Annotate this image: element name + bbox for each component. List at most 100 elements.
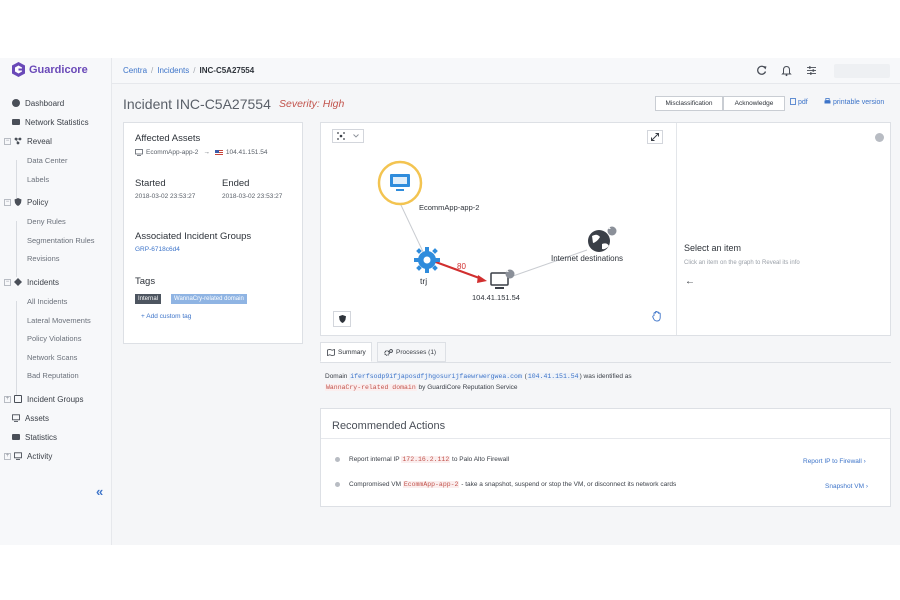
graph-node-internet-badge: 1: [608, 225, 611, 231]
sidebar-item-label: Policy: [27, 197, 49, 207]
asset-destination[interactable]: 104.41.151.54: [226, 149, 268, 156]
back-arrow-icon[interactable]: ←: [685, 276, 695, 287]
sidebar-item-label: Dashboard: [25, 98, 65, 108]
monitor-icon: [12, 414, 20, 422]
report-ip-to-firewall-link[interactable]: Report IP to Firewall ›: [803, 458, 866, 465]
sidebar-item-statistics[interactable]: Statistics: [12, 430, 57, 444]
affected-assets-label: Affected Assets: [135, 133, 201, 144]
acknowledge-button[interactable]: Acknowledge: [723, 96, 785, 111]
tab-label: Summary: [338, 348, 366, 356]
tag-internal[interactable]: Internal: [135, 294, 162, 304]
sidebar-item-data-center[interactable]: Data Center: [27, 153, 67, 167]
sidebar-item-deny-rules[interactable]: Deny Rules: [27, 214, 66, 228]
expand-toggle-icon[interactable]: +: [4, 395, 11, 403]
graph-node-ip-badge: 1: [506, 268, 509, 274]
sidebar-item-label: Deny Rules: [27, 216, 66, 226]
collapse-sidebar-button[interactable]: «: [96, 484, 103, 499]
gear-icon: [423, 256, 431, 264]
action-text: - take a snapshot, suspend or stop the V…: [461, 481, 677, 488]
sidebar-item-labels[interactable]: Labels: [27, 172, 49, 186]
graph-node-process[interactable]: [414, 247, 440, 273]
sidebar: Guardicore Dashboard Network Statistics …: [0, 58, 112, 545]
breadcrumb: Centra / Incidents / INC-C5A27554: [123, 66, 254, 75]
started-value: 2018-03-02 23:53:27: [135, 193, 196, 200]
print-icon: [824, 98, 831, 104]
sidebar-item-network-scans[interactable]: Network Scans: [27, 350, 77, 364]
refresh-icon[interactable]: [755, 64, 768, 77]
incident-group-link[interactable]: GRP-6718c6d4: [135, 246, 180, 253]
collapse-toggle-icon[interactable]: −: [4, 278, 11, 286]
sidebar-item-activity[interactable]: + Activity: [4, 449, 52, 463]
sidebar-item-incident-groups[interactable]: + Incident Groups: [4, 392, 83, 406]
select-item-hint: Click an item on the graph to Reveal its…: [684, 260, 800, 266]
incident-details-panel: Affected Assets EcommApp-app-2 → 104.41.…: [123, 122, 303, 344]
ended-value: 2018-03-02 23:53:27: [222, 193, 283, 200]
sidebar-item-incidents[interactable]: − Incidents: [4, 275, 59, 289]
settings-sliders-icon[interactable]: [805, 64, 818, 77]
sidebar-item-label: Incidents: [27, 277, 60, 287]
sidebar-item-network-statistics[interactable]: Network Statistics: [12, 115, 89, 129]
graph-node-internet[interactable]: [588, 226, 617, 253]
sidebar-item-label: Statistics: [25, 432, 58, 442]
summary-ip: 104.41.151.54: [526, 373, 580, 380]
sidebar-item-lateral-movements[interactable]: Lateral Movements: [27, 313, 91, 327]
sidebar-item-label: Reveal: [27, 136, 52, 146]
shield-icon: [14, 198, 22, 206]
network-statistics-icon: [12, 119, 20, 125]
guardicore-logo-icon: [12, 62, 25, 77]
pdf-link-label: pdf: [797, 99, 808, 106]
misclassification-button[interactable]: Misclassification: [655, 96, 723, 111]
sidebar-item-assets[interactable]: Assets: [12, 411, 49, 425]
sidebar-item-dashboard[interactable]: Dashboard: [12, 96, 64, 110]
sidebar-item-label: Policy Violations: [27, 333, 82, 343]
graph-node-ip[interactable]: [490, 269, 515, 290]
tab-summary[interactable]: Summary: [320, 342, 372, 362]
graph-node-process-label: trj: [420, 276, 428, 286]
sidebar-item-policy-violations[interactable]: Policy Violations: [27, 331, 81, 345]
graph-edge-port-label: 80: [457, 262, 466, 271]
tree-line: [16, 160, 17, 198]
main-content: Incident INC-C5A27554 Severity: High Mis…: [112, 84, 900, 545]
incident-graph-panel: EcommApp-app-2 80 1 1 trj 104.41.151.54 …: [320, 122, 891, 336]
bell-icon[interactable]: [780, 64, 793, 77]
recommended-actions-panel: Recommended Actions Report internal IP 1…: [320, 408, 891, 507]
sidebar-item-revisions[interactable]: Revisions: [27, 251, 60, 265]
started-label: Started: [135, 178, 166, 189]
sidebar-item-bad-reputation[interactable]: Bad Reputation: [27, 368, 79, 382]
pdf-link[interactable]: pdf: [790, 98, 808, 106]
asset-source[interactable]: EcommApp-app-2: [146, 149, 198, 156]
hand-pan-icon[interactable]: [652, 311, 662, 322]
add-custom-tag-link[interactable]: + Add custom tag: [141, 313, 191, 320]
monitor-icon: [14, 452, 22, 460]
expand-toggle-icon[interactable]: +: [4, 452, 11, 460]
sidebar-item-policy[interactable]: − Policy: [4, 195, 48, 209]
snapshot-vm-link[interactable]: Snapshot VM ›: [825, 483, 868, 490]
info-icon[interactable]: [875, 133, 884, 142]
printable-version-link[interactable]: printable version: [824, 98, 884, 106]
breadcrumb-item[interactable]: Incidents: [157, 66, 189, 75]
shield-filter-button[interactable]: [333, 311, 351, 327]
edge-arrow-icon: [477, 275, 487, 283]
tabs-underline: [320, 362, 891, 363]
user-menu[interactable]: [834, 64, 890, 78]
breadcrumb-item[interactable]: Centra: [123, 66, 147, 75]
tab-processes[interactable]: Processes (1): [377, 342, 446, 362]
sidebar-item-all-incidents[interactable]: All Incidents: [27, 294, 67, 308]
monitor-icon: [135, 149, 143, 156]
tab-label: Processes (1): [396, 348, 437, 356]
tag-wannacry-related-domain[interactable]: WannaCry-related domain: [171, 294, 247, 304]
associated-groups-label: Associated Incident Groups: [135, 231, 252, 242]
sidebar-item-reveal[interactable]: − Reveal: [4, 134, 52, 148]
graph-node-vm[interactable]: [377, 160, 423, 206]
page-title: Incident INC-C5A27554: [123, 96, 271, 112]
sidebar-item-segmentation-rules[interactable]: Segmentation Rules: [27, 233, 95, 247]
sidebar-item-label: Incident Groups: [27, 394, 84, 404]
action-code: 172.16.2.112: [401, 456, 451, 463]
bullet-icon: [335, 457, 340, 462]
collapse-toggle-icon[interactable]: −: [4, 198, 11, 206]
collapse-toggle-icon[interactable]: −: [4, 137, 11, 145]
logo[interactable]: Guardicore: [12, 62, 88, 77]
select-item-title: Select an item: [684, 243, 742, 253]
breadcrumb-separator: /: [193, 66, 196, 75]
logo-text: Guardicore: [29, 63, 88, 76]
